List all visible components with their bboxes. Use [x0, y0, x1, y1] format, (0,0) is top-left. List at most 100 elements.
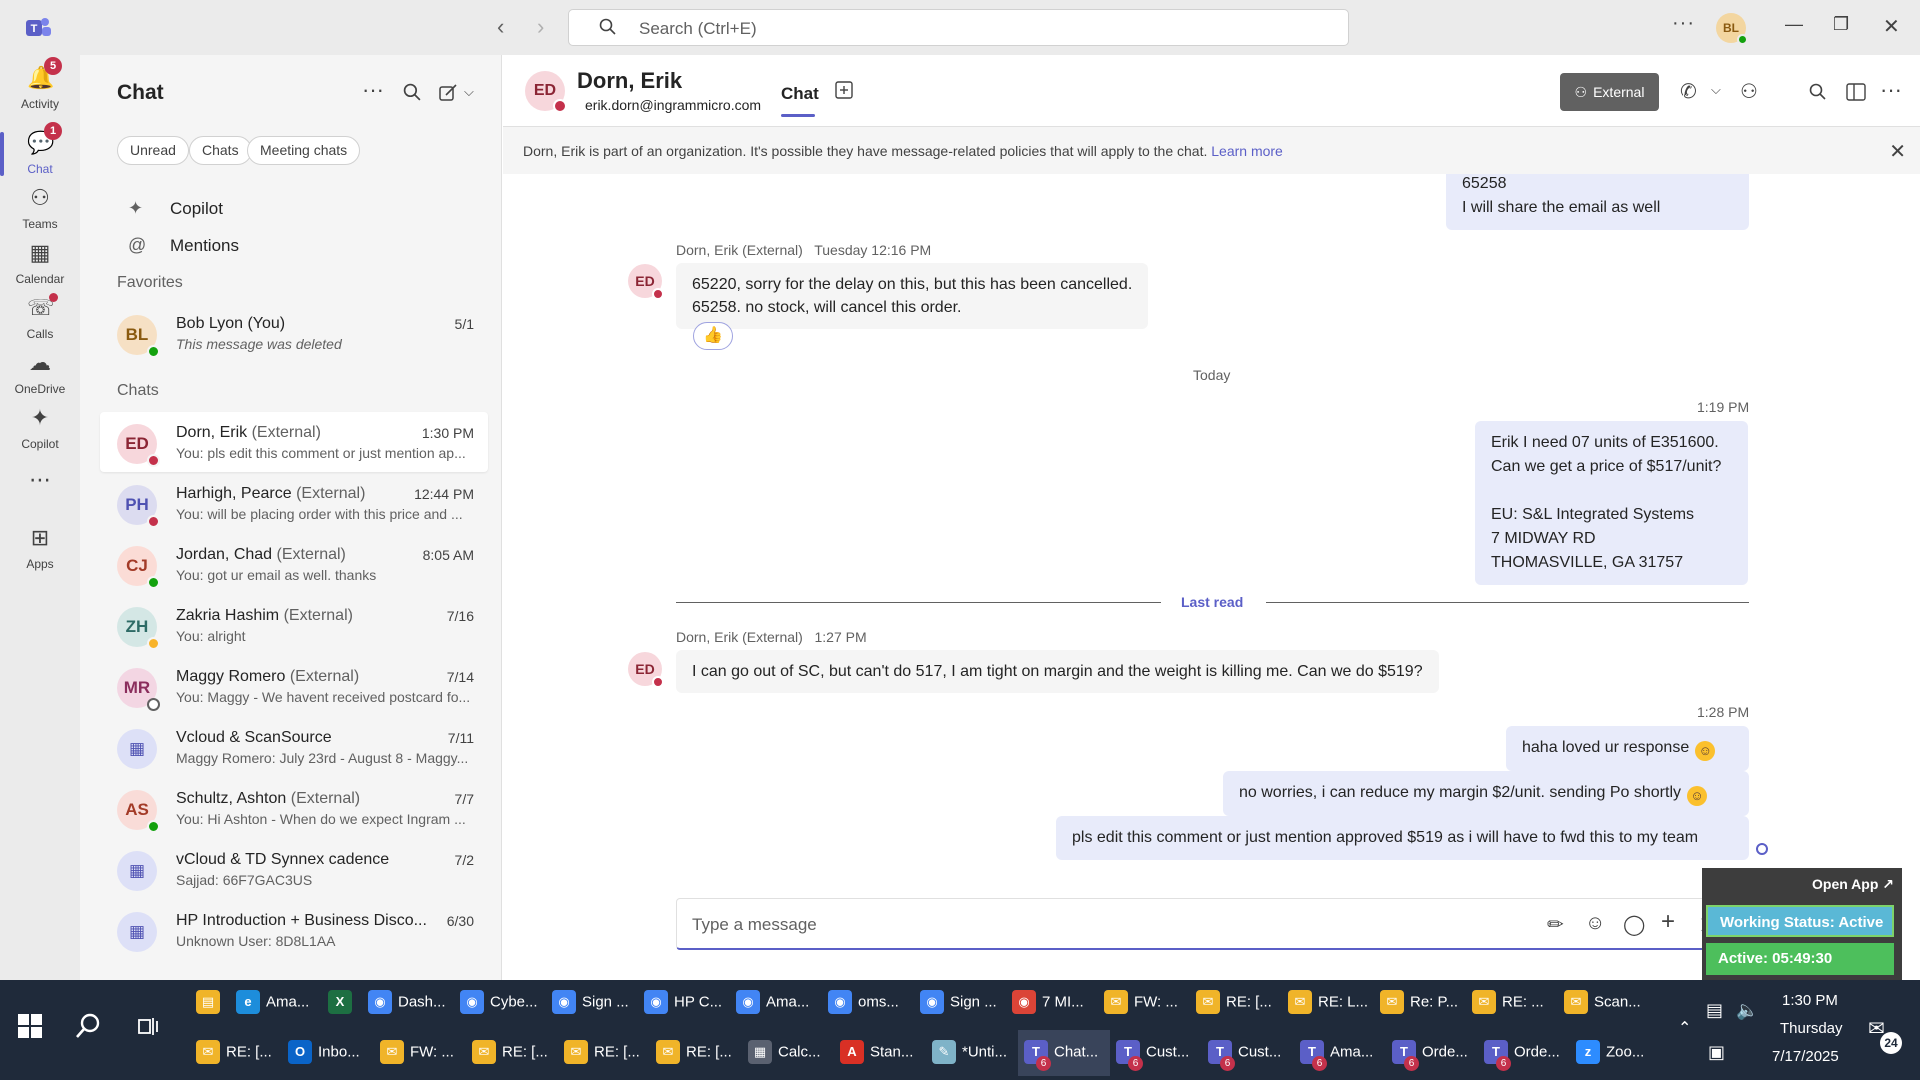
contact-avatar[interactable]: ED [525, 71, 567, 113]
outgoing-message[interactable]: pls edit this comment or just mention ap… [1056, 816, 1749, 860]
taskbar-app[interactable]: ◉ Dash... [362, 980, 454, 1026]
taskbar-app[interactable]: X [322, 980, 362, 1026]
filter-meeting-chats[interactable]: Meeting chats [247, 136, 361, 165]
learn-more-link[interactable]: Learn more [1211, 143, 1283, 159]
profile-avatar[interactable]: BL [1716, 13, 1748, 45]
more-options-icon[interactable]: ··· [362, 77, 384, 103]
open-app-button[interactable]: Open App ↗ [1812, 876, 1894, 893]
clock-date[interactable]: 7/17/2025 [1772, 1048, 1839, 1065]
desktop-icon[interactable]: ▣ [1708, 1042, 1725, 1063]
more-options-icon[interactable]: ··· [1880, 77, 1902, 103]
maximize-icon[interactable]: ❐ [1833, 14, 1849, 35]
attach-plus-icon[interactable]: + [1661, 908, 1675, 936]
call-chevron-down-icon[interactable]: ⌵ [1711, 82, 1721, 98]
chat-list-item[interactable]: ▦ Vcloud & ScanSource 7/11 Maggy Romero: Ju… [100, 717, 488, 777]
taskbar-app[interactable]: ✉ Re: P... [1374, 980, 1466, 1026]
rail-item-calendar[interactable]: ▦ Calendar [0, 240, 80, 300]
incoming-message[interactable]: 65220, sorry for the delay on this, but … [676, 263, 1149, 329]
minimize-icon[interactable]: — [1785, 14, 1803, 35]
taskbar-app[interactable]: ✉ FW: ... [1098, 980, 1190, 1026]
chat-list-item[interactable]: MR Maggy Romero (External) 7/14 You: Maggy … [100, 656, 488, 716]
emoji-icon[interactable]: ☺ [1585, 912, 1605, 935]
rail-item-chat[interactable]: 💬 1 Chat [0, 122, 80, 190]
chat-list-item[interactable]: ED Dorn, Erik (External) 1:30 PM You: pls e… [100, 412, 488, 472]
taskbar-app[interactable]: ◉ Sign ... [546, 980, 638, 1026]
chat-list-item[interactable]: ZH Zakria Hashim (External) 7/16 You: alrig… [100, 595, 488, 655]
add-tab-icon[interactable] [835, 81, 853, 99]
thumbs-up-reaction[interactable]: 👍 [693, 322, 733, 350]
taskbar-app[interactable]: z Zoo... [1570, 1030, 1662, 1076]
tray-chevron-up-icon[interactable]: ⌃ [1678, 1018, 1691, 1038]
taskbar-app[interactable]: e Ama... [230, 980, 322, 1026]
chat-list-item[interactable]: CJ Jordan, Chad (External) 8:05 AM You: got… [100, 534, 488, 594]
taskbar-app[interactable]: A Stan... [834, 1030, 926, 1076]
outgoing-message[interactable]: Erik I need 07 units of E351600. Can we … [1475, 421, 1748, 585]
taskbar-app[interactable]: ✉ RE: [... [1190, 980, 1282, 1026]
taskbar-app[interactable]: ◉ oms... [822, 980, 914, 1026]
rail-item-onedrive[interactable]: ☁ OneDrive [0, 350, 80, 410]
loop-icon[interactable]: ◯ [1623, 912, 1645, 937]
filter-search-icon[interactable] [403, 83, 422, 102]
taskbar-app[interactable]: ✎ *Unti... [926, 1030, 1018, 1076]
clock-day[interactable]: Thursday [1780, 1020, 1843, 1037]
taskbar-app[interactable]: ✉ FW: ... [374, 1030, 466, 1076]
search-in-chat-icon[interactable] [1809, 83, 1827, 101]
settings-more-icon[interactable]: ··· [1672, 12, 1695, 35]
filter-unread[interactable]: Unread [117, 136, 189, 165]
back-arrow-icon[interactable]: ‹ [497, 14, 504, 40]
rail-item-more[interactable]: ⋯ [0, 467, 80, 527]
taskbar-app[interactable]: ✉ RE: [... [650, 1030, 742, 1076]
taskbar-app[interactable]: T Orde... 6 [1478, 1030, 1570, 1076]
close-banner-icon[interactable]: ✕ [1889, 139, 1906, 164]
taskbar-app[interactable]: ✉ RE: L... [1282, 980, 1374, 1026]
taskbar-app[interactable]: ✉ RE: [... [466, 1030, 558, 1076]
sender-avatar[interactable]: ED [628, 652, 664, 688]
taskbar-app[interactable]: ✉ RE: [... [190, 1030, 282, 1076]
taskbar-app[interactable]: ▤ [190, 980, 230, 1026]
windows-start-icon[interactable] [18, 1014, 42, 1038]
chat-list-item[interactable]: ▦ HP Introduction + Business Disco... 6/30… [100, 900, 488, 960]
task-view-icon[interactable] [136, 1014, 160, 1038]
external-button[interactable]: ⚇ External [1560, 73, 1659, 111]
chat-list-item[interactable]: ▦ vCloud & TD Synnex cadence 7/2 Sajjad: 66… [100, 839, 488, 899]
volume-icon[interactable]: 🔈 [1736, 1000, 1758, 1021]
search-input[interactable]: Search (Ctrl+E) [568, 9, 1349, 46]
pop-out-icon[interactable] [1846, 83, 1866, 101]
teams-logo-icon[interactable]: T [24, 14, 52, 42]
chevron-down-icon[interactable]: ⌵ [464, 84, 474, 100]
outgoing-message[interactable]: no worries, i can reduce my margin $2/un… [1223, 771, 1749, 816]
taskbar-app[interactable]: ◉ Ama... [730, 980, 822, 1026]
taskbar-app[interactable]: O Inbo... [282, 1030, 374, 1076]
new-chat-icon[interactable] [438, 83, 458, 103]
sender-avatar[interactable]: ED [628, 264, 664, 300]
call-icon[interactable]: ✆ [1680, 79, 1697, 104]
format-icon[interactable]: ✏ [1547, 912, 1564, 937]
rail-item-activity[interactable]: 🔔 5 Activity [0, 57, 80, 125]
taskbar-app[interactable]: ◉ Sign ... [914, 980, 1006, 1026]
rail-item-apps[interactable]: ⊞ Apps [0, 525, 80, 585]
taskbar-app[interactable]: T Cust... 6 [1202, 1030, 1294, 1076]
taskbar-app[interactable]: T Ama... 6 [1294, 1030, 1386, 1076]
taskbar-app[interactable]: ▦ Calc... [742, 1030, 834, 1076]
pinned-copilot[interactable]: ✦ Copilot [128, 198, 223, 219]
outgoing-message[interactable]: haha loved ur response ☺ [1506, 726, 1749, 771]
battery-icon[interactable]: ▤ [1706, 1000, 1723, 1021]
add-people-icon[interactable]: ⚇ [1740, 79, 1758, 104]
taskbar-app[interactable]: T Cust... 6 [1110, 1030, 1202, 1076]
rail-item-calls[interactable]: ☏ Calls [0, 293, 80, 355]
taskbar-app[interactable]: T Orde... 6 [1386, 1030, 1478, 1076]
taskbar-app[interactable]: ✉ RE: [... [558, 1030, 650, 1076]
rail-item-copilot[interactable]: ✦ Copilot [0, 405, 80, 465]
taskbar-app[interactable]: T Chat... 6 [1018, 1030, 1110, 1076]
filter-chats[interactable]: Chats [189, 136, 252, 165]
rail-item-teams[interactable]: ⚇ Teams [0, 185, 80, 245]
tab-chat[interactable]: Chat [781, 84, 819, 117]
taskbar-app[interactable]: ◉ HP C... [638, 980, 730, 1026]
message-composer[interactable]: Type a message ✏ ☺ ◯ + ➤ [676, 898, 1728, 950]
outgoing-message[interactable]: 65258 I will share the email as well [1446, 174, 1749, 230]
taskbar-search-icon[interactable] [74, 1012, 102, 1040]
taskbar-app[interactable]: ◉ 7 MI... [1006, 980, 1098, 1026]
close-window-icon[interactable]: ✕ [1883, 14, 1900, 39]
forward-arrow-icon[interactable]: › [537, 14, 544, 40]
chat-list-item[interactable]: BL Bob Lyon (You) 5/1 This message was dele… [100, 303, 488, 363]
